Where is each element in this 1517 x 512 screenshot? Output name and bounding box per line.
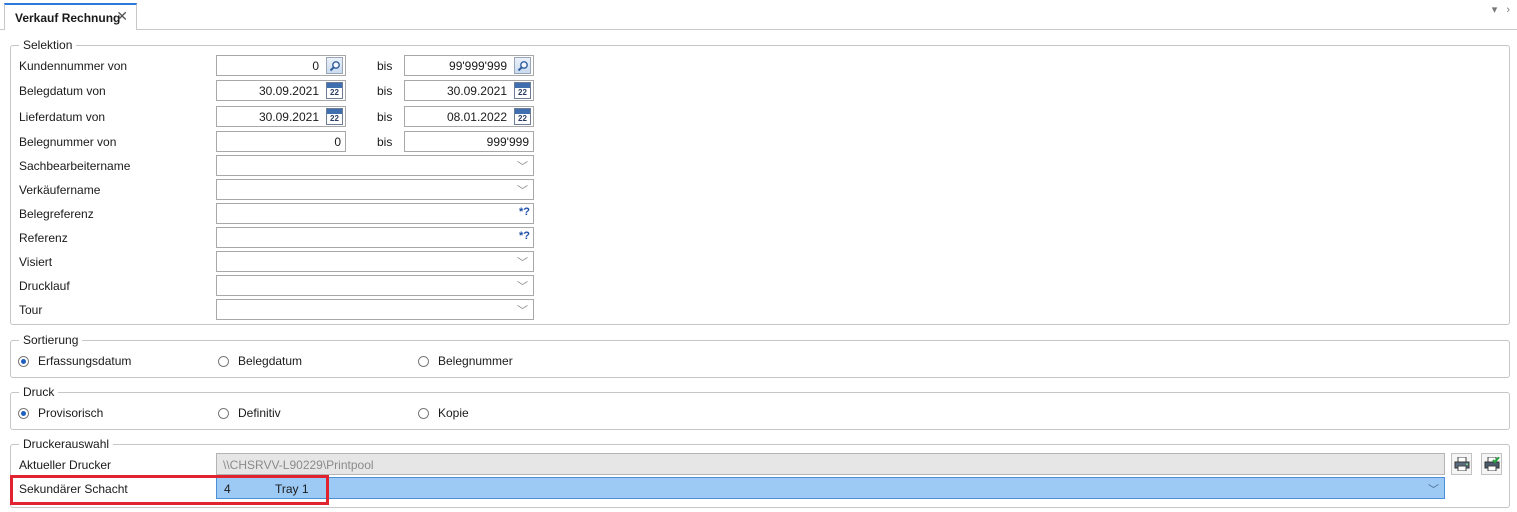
sachbearbeitername-label: Sachbearbeitername [19,159,131,173]
radio-provisorisch[interactable]: Provisorisch [18,406,103,420]
visiert-label: Visiert [19,255,53,269]
calendar-icon[interactable]: 22 [514,82,531,99]
search-icon[interactable] [514,57,531,74]
sekundaerer-schacht-dropdown[interactable]: 4 Tray 1 ﹀ [216,477,1445,499]
bis-label: bis [377,84,393,98]
chevron-down-icon[interactable]: ﹀ [517,278,528,294]
belegreferenz-label: Belegreferenz [19,207,94,221]
printer-icon [1454,457,1469,471]
printer-check-icon [1484,457,1500,471]
aktueller-drucker-label: Aktueller Drucker [19,458,112,472]
belegnummer-bis-input[interactable]: 999'999 [404,131,534,152]
drucklauf-label: Drucklauf [19,279,70,293]
bis-label: bis [377,135,393,149]
radio-erfassungsdatum[interactable]: Erfassungsdatum [18,354,131,368]
tab-verkauf-rechnung[interactable]: Verkauf Rechnung ✕ [4,3,137,30]
tour-dropdown[interactable]: ﹀ [216,299,534,320]
chevron-down-icon[interactable]: ﹀ [517,158,528,174]
wildcard-icon[interactable]: *? [519,206,530,218]
druck-legend: Druck [19,385,59,399]
kundennummer-bis-input[interactable]: 99'999'999 [404,55,534,76]
close-icon[interactable]: ✕ [116,8,128,25]
kundennummer-label: Kundennummer von [19,59,128,73]
belegdatum-von-input[interactable]: 30.09.2021 22 [216,80,346,101]
referenz-label: Referenz [19,231,68,245]
bis-label: bis [377,110,393,124]
tab-overflow-icon[interactable]: ▾ › [1492,3,1513,16]
tab-title: Verkauf Rechnung [15,10,121,25]
radio-belegdatum[interactable]: Belegdatum [218,354,302,368]
selektion-legend: Selektion [19,38,77,52]
calendar-icon[interactable]: 22 [514,108,531,125]
printer-settings-button[interactable] [1451,453,1472,475]
radio-kopie[interactable]: Kopie [418,406,469,420]
highlight-annotation [10,475,329,505]
calendar-icon[interactable]: 22 [326,82,343,99]
search-icon[interactable] [326,57,343,74]
lieferdatum-von-input[interactable]: 30.09.2021 22 [216,106,346,127]
chevron-down-icon[interactable]: ﹀ [517,182,528,198]
wildcard-icon[interactable]: *? [519,230,530,242]
lieferdatum-label: Lieferdatum von [19,110,106,124]
tour-label: Tour [19,303,43,317]
kundennummer-von-input[interactable]: 0 [216,55,346,76]
sortierung-legend: Sortierung [19,333,83,347]
chevron-down-icon[interactable]: ﹀ [517,254,528,270]
belegnummer-label: Belegnummer von [19,135,117,149]
belegdatum-label: Belegdatum von [19,84,106,98]
calendar-icon[interactable]: 22 [326,108,343,125]
tab-bar: Verkauf Rechnung ✕ ▾ › [0,0,1517,30]
visiert-dropdown[interactable]: ﹀ [216,251,534,272]
sachbearbeitername-dropdown[interactable]: ﹀ [216,155,534,176]
referenz-input[interactable]: *? [216,227,534,248]
drucklauf-dropdown[interactable]: ﹀ [216,275,534,296]
lieferdatum-bis-input[interactable]: 08.01.2022 22 [404,106,534,127]
radio-definitiv[interactable]: Definitiv [218,406,281,420]
belegdatum-bis-input[interactable]: 30.09.2021 22 [404,80,534,101]
belegreferenz-input[interactable]: *? [216,203,534,224]
verkaeufername-label: Verkäufername [19,183,101,197]
bis-label: bis [377,59,393,73]
radio-belegnummer[interactable]: Belegnummer [418,354,513,368]
belegnummer-von-input[interactable]: 0 [216,131,346,152]
verkaeufername-dropdown[interactable]: ﹀ [216,179,534,200]
druckerauswahl-legend: Druckerauswahl [19,437,114,451]
chevron-down-icon[interactable]: ﹀ [1428,481,1439,497]
chevron-down-icon[interactable]: ﹀ [517,302,528,318]
aktueller-drucker-field: \\CHSRVV-L90229\Printpool [216,453,1445,475]
printer-select-button[interactable] [1481,453,1502,475]
